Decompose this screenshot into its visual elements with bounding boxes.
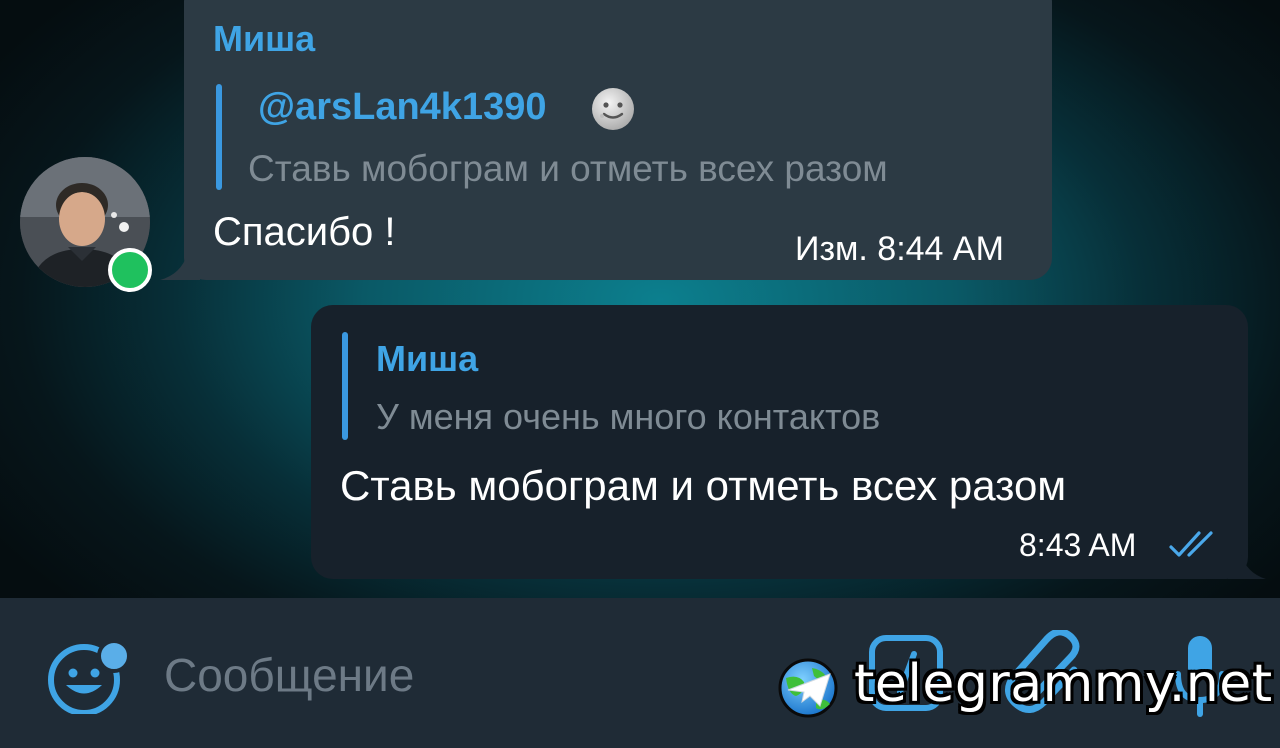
moon-face-emoji-icon xyxy=(592,88,634,130)
double-check-icon xyxy=(1169,531,1213,557)
message-time-edited: Изм. 8:44 AM xyxy=(795,230,1004,268)
reply-author[interactable]: @arsLan4k1390 xyxy=(258,86,546,129)
online-status-indicator xyxy=(108,248,152,292)
reply-quote-bar xyxy=(342,332,348,440)
message-text: Спасибо ! xyxy=(213,210,396,254)
outgoing-bubble-tail xyxy=(1228,552,1266,579)
message-text: Ставь мобограм и отметь всех разом xyxy=(340,462,1067,509)
reply-preview-text: Ставь мобограм и отметь всех разом xyxy=(248,148,888,189)
incoming-bubble-tail xyxy=(160,252,200,280)
message-sender-name[interactable]: Миша xyxy=(213,18,315,60)
reply-preview-text: У меня очень много контактов xyxy=(376,396,881,437)
reply-author[interactable]: Миша xyxy=(376,338,478,380)
message-time: 8:43 AM xyxy=(1019,527,1137,563)
watermark-text: telegrammy.net xyxy=(854,654,1273,714)
message-input-placeholder[interactable]: Сообщение xyxy=(164,648,414,702)
reply-quote-bar xyxy=(216,84,222,190)
emoji-icon[interactable] xyxy=(44,640,128,714)
globe-paper-plane-logo-icon xyxy=(778,658,838,718)
